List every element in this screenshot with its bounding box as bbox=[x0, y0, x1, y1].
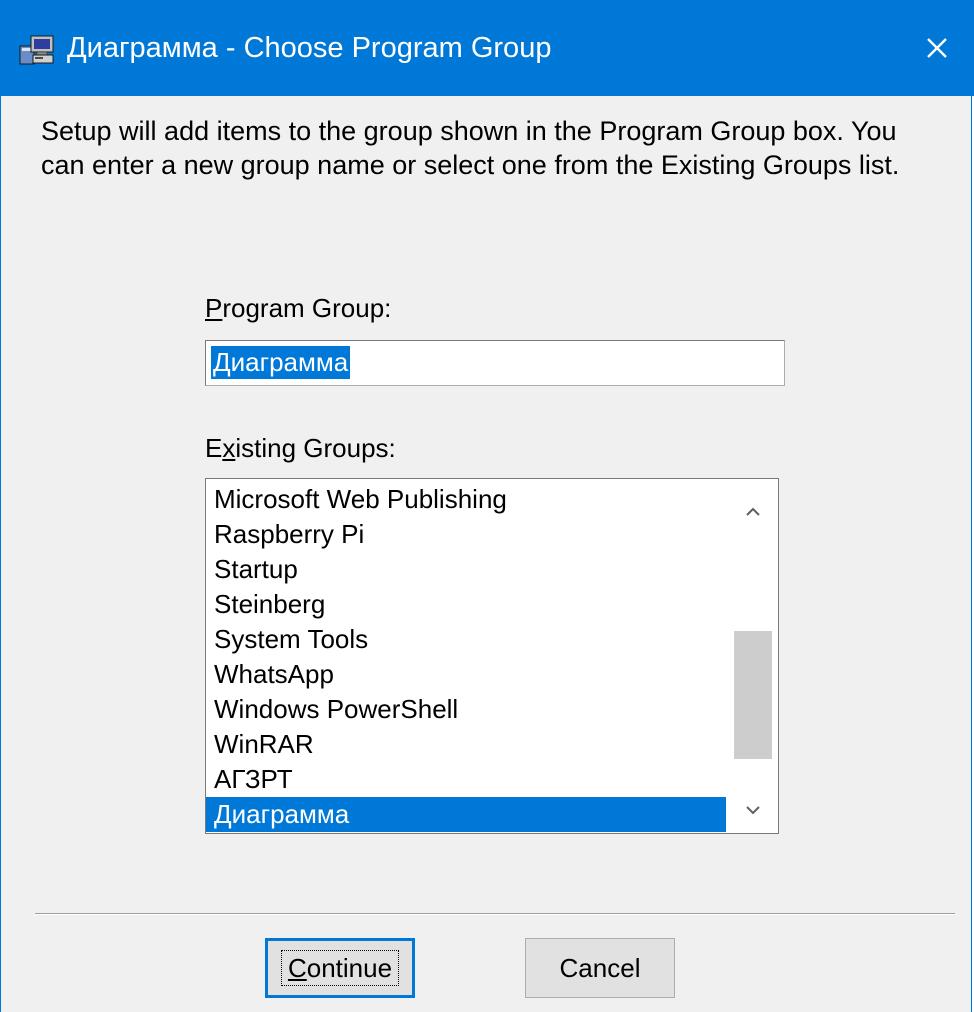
list-item[interactable]: Microsoft Web Publishing bbox=[206, 482, 726, 517]
list-item[interactable]: System Tools bbox=[206, 622, 726, 657]
list-item[interactable]: Steinberg bbox=[206, 587, 726, 622]
continue-label-text: ontinue bbox=[306, 953, 393, 983]
listbox-scrollbar[interactable] bbox=[728, 479, 778, 833]
chevron-up-icon[interactable] bbox=[728, 489, 778, 529]
cancel-button-label: Cancel bbox=[559, 953, 641, 983]
existing-groups-label-text: isting Groups: bbox=[235, 433, 396, 463]
list-item[interactable]: Startup bbox=[206, 552, 726, 587]
existing-groups-mnemonic: x bbox=[222, 433, 236, 463]
program-group-label-text: rogram Group: bbox=[222, 293, 392, 323]
existing-groups-items: Microsoft Web Publishing Raspberry Pi St… bbox=[206, 482, 726, 832]
list-item[interactable]: АГЗРТ bbox=[206, 762, 726, 797]
program-group-mnemonic: P bbox=[205, 293, 223, 323]
continue-button[interactable]: Continue bbox=[265, 938, 415, 998]
existing-groups-label: Existing Groups: bbox=[205, 432, 396, 464]
program-group-label: Program Group: bbox=[205, 292, 391, 324]
list-item[interactable]: Windows PowerShell bbox=[206, 692, 726, 727]
list-item[interactable]: Raspberry Pi bbox=[206, 517, 726, 552]
continue-mnemonic: C bbox=[287, 953, 307, 983]
dialog-window: Диаграмма - Choose Program Group Setup w… bbox=[0, 0, 974, 1012]
program-group-value[interactable]: Диаграмма bbox=[211, 346, 351, 379]
chevron-down-icon[interactable] bbox=[728, 791, 778, 831]
instructions-text: Setup will add items to the group shown … bbox=[41, 116, 900, 180]
scrollbar-thumb[interactable] bbox=[734, 631, 772, 759]
existing-groups-label-start: E bbox=[205, 433, 223, 463]
list-item[interactable]: WhatsApp bbox=[206, 657, 726, 692]
list-item-selected[interactable]: Диаграмма bbox=[206, 797, 726, 832]
program-group-input[interactable]: Диаграмма bbox=[205, 340, 785, 386]
title-bar[interactable]: Диаграмма - Choose Program Group bbox=[1, 0, 974, 96]
cancel-button[interactable]: Cancel bbox=[525, 938, 675, 998]
window-title: Диаграмма - Choose Program Group bbox=[67, 32, 552, 64]
separator-line bbox=[35, 913, 955, 915]
list-item[interactable]: WinRAR bbox=[206, 727, 726, 762]
setup-computer-icon bbox=[19, 35, 54, 65]
existing-groups-listbox[interactable]: Microsoft Web Publishing Raspberry Pi St… bbox=[205, 478, 779, 834]
continue-button-label: Continue bbox=[280, 950, 400, 986]
close-icon[interactable] bbox=[911, 22, 963, 74]
